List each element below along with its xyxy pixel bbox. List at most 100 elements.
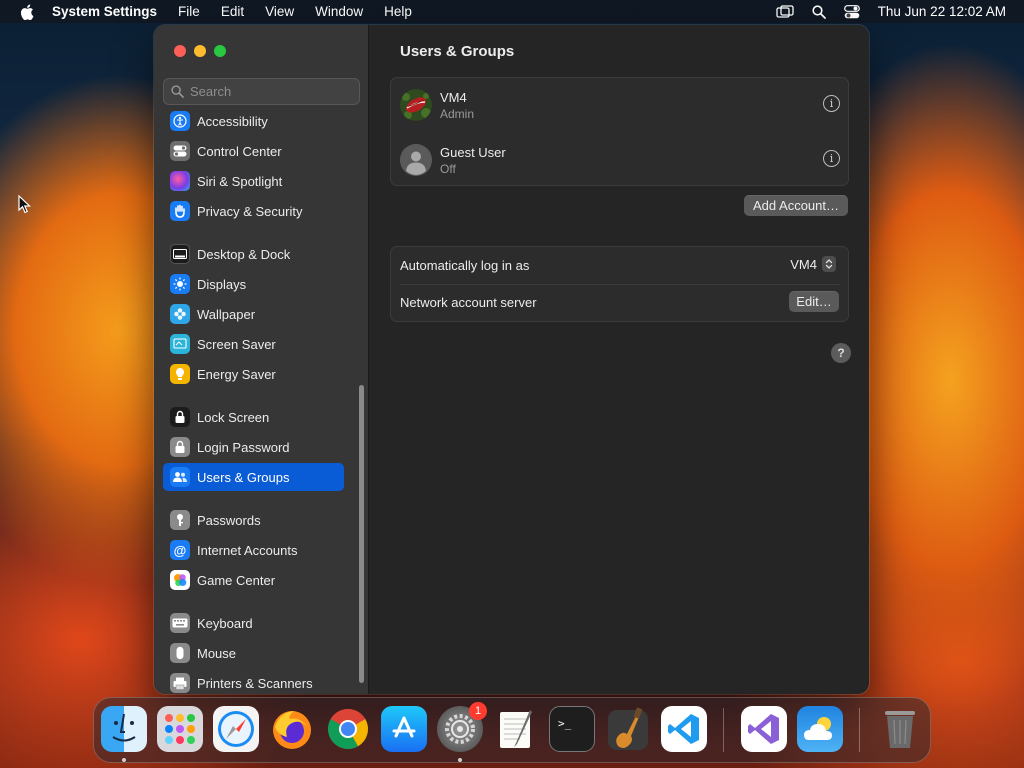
- dock-separator: [859, 708, 860, 752]
- auto-login-popup[interactable]: VM4: [790, 256, 836, 272]
- control-center-icon[interactable]: [843, 4, 860, 19]
- auto-login-row: Automatically log in as VM4: [400, 247, 840, 284]
- sidebar-item-energy-saver[interactable]: Energy Saver: [163, 360, 344, 388]
- sidebar-item-privacy-security[interactable]: Privacy & Security: [163, 197, 344, 225]
- safari-icon[interactable]: [213, 706, 259, 752]
- network-server-label: Network account server: [400, 295, 537, 310]
- network-server-row: Network account server: [400, 284, 840, 321]
- sidebar-item-label: Displays: [197, 276, 247, 292]
- running-indicator: [458, 758, 462, 762]
- user-info-button[interactable]: i: [823, 150, 840, 167]
- battery-icon: [170, 364, 190, 384]
- apple-icon[interactable]: [20, 3, 34, 20]
- sidebar-item-label: Siri & Spotlight: [197, 173, 283, 189]
- sidebar-item-label: Keyboard: [197, 615, 253, 631]
- sidebar-item-printers-scanners[interactable]: Printers & Scanners: [163, 669, 344, 694]
- sidebar-item-mouse[interactable]: Mouse: [163, 639, 344, 667]
- keyboard-icon: [170, 613, 190, 633]
- user-name: VM4: [440, 89, 467, 105]
- screen-mirroring-icon[interactable]: [776, 4, 794, 19]
- system-settings-icon[interactable]: 1: [437, 702, 487, 752]
- close-window-button[interactable]: [174, 45, 186, 57]
- menu-file[interactable]: File: [178, 4, 200, 19]
- mouse-cursor-icon: [18, 195, 31, 214]
- window-controls: [174, 45, 226, 57]
- menubar-clock[interactable]: Thu Jun 22 12:02 AM: [878, 4, 1006, 19]
- sidebar-item-desktop-dock[interactable]: Desktop & Dock: [163, 240, 344, 268]
- sidebar-item-passwords[interactable]: Passwords: [163, 506, 344, 534]
- sidebar-item-label: Accessibility: [197, 113, 268, 129]
- zoom-window-button[interactable]: [214, 45, 226, 57]
- sidebar-item-lock-screen[interactable]: Lock Screen: [163, 403, 344, 431]
- user-row-guest[interactable]: Guest User Off i: [400, 140, 840, 180]
- sidebar-scrollbar[interactable]: [359, 385, 364, 683]
- sidebar-item-control-center[interactable]: Control Center: [163, 137, 344, 165]
- sidebar-item-label: Login Password: [197, 439, 290, 455]
- garageband-icon[interactable]: [605, 706, 651, 752]
- help-button[interactable]: ?: [831, 343, 851, 363]
- sidebar-item-accessibility[interactable]: Accessibility: [163, 107, 344, 135]
- vscode-icon[interactable]: [661, 706, 707, 752]
- trash-icon[interactable]: [877, 706, 923, 752]
- app-store-icon[interactable]: [381, 706, 427, 752]
- firefox-icon[interactable]: [269, 706, 315, 752]
- terminal-icon[interactable]: >_: [549, 706, 595, 752]
- weather-icon[interactable]: [797, 706, 843, 752]
- page-title: Users & Groups: [400, 43, 515, 60]
- key-icon: [170, 510, 190, 530]
- printer-icon: [170, 673, 190, 693]
- menu-window[interactable]: Window: [315, 4, 363, 19]
- guest-avatar: [400, 144, 432, 176]
- main-content: Users & Groups VM4 Admin i Guest User Of…: [370, 25, 869, 694]
- chrome-icon[interactable]: [325, 706, 371, 752]
- sidebar-item-wallpaper[interactable]: Wallpaper: [163, 300, 344, 328]
- system-settings-window: Accessibility Control Center Siri & Spot…: [154, 25, 869, 694]
- mouse-icon: [170, 643, 190, 663]
- siri-icon: [170, 171, 190, 191]
- padlock-icon: [170, 437, 190, 457]
- sidebar-item-label: Passwords: [197, 512, 261, 528]
- game-center-icon: [170, 570, 190, 590]
- sidebar-item-screen-saver[interactable]: Screen Saver: [163, 330, 344, 358]
- flower-icon: [170, 304, 190, 324]
- app-menu[interactable]: System Settings: [52, 4, 157, 19]
- sidebar-item-users-groups[interactable]: Users & Groups: [163, 463, 344, 491]
- add-account-button[interactable]: Add Account…: [744, 195, 848, 216]
- svg-text:>_: >_: [558, 717, 572, 730]
- sidebar-item-displays[interactable]: Displays: [163, 270, 344, 298]
- sidebar-item-keyboard[interactable]: Keyboard: [163, 609, 344, 637]
- sidebar-item-label: Wallpaper: [197, 306, 256, 322]
- sidebar-search[interactable]: [163, 78, 360, 105]
- sidebar: Accessibility Control Center Siri & Spot…: [154, 25, 369, 694]
- menu-help[interactable]: Help: [384, 4, 412, 19]
- finder-icon[interactable]: [101, 706, 147, 752]
- user-info-button[interactable]: i: [823, 95, 840, 112]
- control-center-icon: [170, 141, 190, 161]
- menu-edit[interactable]: Edit: [221, 4, 244, 19]
- menu-view[interactable]: View: [265, 4, 294, 19]
- dock-separator: [723, 708, 724, 752]
- launchpad-icon[interactable]: [157, 706, 203, 752]
- sidebar-item-label: Privacy & Security: [197, 203, 303, 219]
- sidebar-item-game-center[interactable]: Game Center: [163, 566, 344, 594]
- user-role: Off: [440, 161, 456, 176]
- visual-studio-icon[interactable]: [741, 706, 787, 752]
- popup-stepper-icon: [822, 256, 836, 272]
- spotlight-search-icon[interactable]: [812, 4, 826, 19]
- network-server-edit-button[interactable]: Edit…: [789, 291, 839, 312]
- lock-icon: [170, 407, 190, 427]
- user-role: Admin: [440, 106, 475, 121]
- sidebar-item-label: Desktop & Dock: [197, 246, 291, 262]
- sidebar-item-internet-accounts[interactable]: @ Internet Accounts: [163, 536, 344, 564]
- textedit-icon[interactable]: [493, 706, 539, 752]
- auto-login-label: Automatically log in as: [400, 258, 530, 273]
- sidebar-item-label: Lock Screen: [197, 409, 270, 425]
- sidebar-item-login-password[interactable]: Login Password: [163, 433, 344, 461]
- screen-saver-icon: [170, 334, 190, 354]
- sidebar-item-siri-spotlight[interactable]: Siri & Spotlight: [163, 167, 344, 195]
- user-row-vm4[interactable]: VM4 Admin i: [400, 85, 840, 125]
- search-input[interactable]: [190, 84, 350, 99]
- notification-badge: 1: [469, 702, 487, 720]
- info-icon: i: [829, 152, 834, 165]
- minimize-window-button[interactable]: [194, 45, 206, 57]
